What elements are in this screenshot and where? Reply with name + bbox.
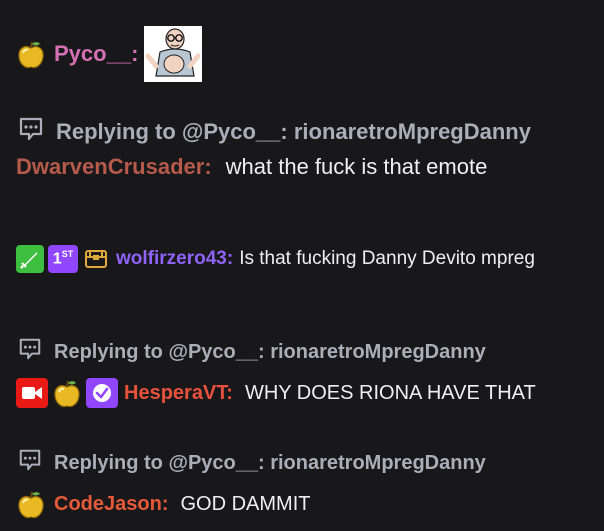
golden-apple-icon[interactable]: [52, 378, 82, 408]
golden-apple-icon[interactable]: [16, 39, 46, 69]
chat-message: HesperaVT: WHY DOES RIONA HAVE THAT: [16, 376, 604, 410]
reply-label: Replying to @Pyco__: rionaretroMpregDann…: [54, 451, 486, 474]
username[interactable]: Pyco__:: [54, 41, 138, 67]
mpreg-danny-emote[interactable]: [144, 26, 203, 82]
chat-message: 1ST wolfirzero43: Is that fucking Danny …: [16, 244, 604, 274]
username[interactable]: CodeJason:: [54, 493, 168, 516]
username[interactable]: wolfirzero43:: [116, 248, 233, 270]
username[interactable]: HesperaVT:: [124, 382, 233, 405]
reply-icon: [18, 116, 44, 148]
first-time-chatter-badge[interactable]: 1ST: [48, 245, 78, 273]
chat-message: CodeJason: GOD DAMMIT: [16, 487, 604, 521]
username[interactable]: DwarvenCrusader:: [16, 154, 212, 180]
video-camera-icon[interactable]: [16, 378, 48, 408]
verified-icon[interactable]: [86, 378, 118, 408]
message-text: GOD DAMMIT: [180, 492, 311, 515]
sword-icon[interactable]: [16, 245, 44, 273]
reply-header[interactable]: Replying to @Pyco__: rionaretroMpregDann…: [18, 449, 486, 477]
reply-icon: [18, 448, 42, 478]
first-badge-text: 1ST: [52, 249, 74, 268]
reply-label: Replying to @Pyco__: rionaretroMpregDann…: [54, 340, 486, 363]
reply-header[interactable]: Replying to @Pyco__: rionaretroMpregDann…: [18, 338, 486, 366]
chat-message: DwarvenCrusader: what the fuck is that e…: [16, 152, 604, 182]
message-text: what the fuck is that emote: [225, 154, 488, 179]
treasure-chest-icon[interactable]: [82, 245, 110, 273]
golden-apple-icon[interactable]: [16, 489, 46, 519]
reply-icon: [18, 337, 42, 367]
message-text: Is that fucking Danny Devito mpreg: [239, 248, 535, 269]
message-text: WHY DOES RIONA HAVE THAT: [244, 381, 536, 404]
reply-label: Replying to @Pyco__: rionaretroMpregDann…: [56, 119, 531, 144]
reply-header[interactable]: Replying to @Pyco__: rionaretroMpregDann…: [18, 116, 531, 148]
chat-message: Pyco__:: [16, 24, 604, 84]
